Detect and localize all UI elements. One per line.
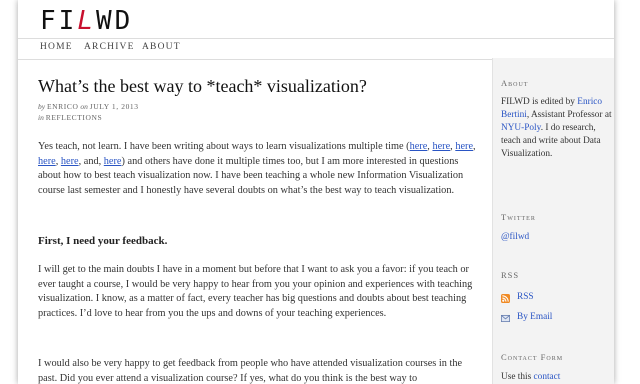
sidebar-contact-heading: Contact Form [501,352,564,362]
post-paragraph-3: I would also be very happy to get feedba… [38,358,463,384]
p1-text-b: ) and others have done it multiple times… [38,155,464,196]
post-paragraph-2: I will get to the main doubts I have in … [38,264,473,319]
post-paragraph-1: Yes teach, not learn. I have been writin… [38,141,476,196]
post-title[interactable]: What’s the best way to *teach* visualiza… [38,76,367,97]
page-frame: FILWD HOME ARCHIVE ABOUT What’s the best… [18,0,614,384]
about-text-a: FILWD is edited by [501,97,575,107]
post-meta-category: in REFLECTIONS [38,113,102,122]
nav-about[interactable]: ABOUT [142,42,181,52]
here-link-6[interactable]: here [104,156,122,167]
meta-in-label: in [38,113,44,122]
main-content: What’s the best way to *teach* visualiza… [38,58,484,384]
p1-text-a: Yes teach, not learn. I have been writin… [38,141,410,152]
logo-text-left: FI [40,6,78,36]
post-subheading: First, I need your feedback. [38,235,168,247]
nav-home[interactable]: HOME [40,42,73,52]
sidebar-about-heading: About [501,78,529,88]
here-link-5[interactable]: here [61,156,79,167]
logo-text-right: WD [95,6,134,36]
contact-link[interactable]: contact [534,372,561,382]
sidebar-contact-text: Use this contact [501,371,613,384]
org-link[interactable]: NYU-Poly [501,123,541,133]
sidebar-rss-heading: RSS [501,270,520,280]
contact-text-a: Use this [501,372,532,382]
sidebar-about-text: FILWD is edited by Enrico Bertini, Assis… [501,96,613,161]
twitter-link[interactable]: @filwd [501,232,529,242]
site-logo[interactable]: FILWD [40,6,133,36]
post-author[interactable]: ENRICO [47,102,79,111]
about-text-b: , Assistant Professor at [526,110,612,120]
meta-on-label: on [80,102,88,111]
here-link-1[interactable]: here [410,141,428,152]
email-icon[interactable] [501,314,510,323]
here-link-4[interactable]: here [38,156,56,167]
here-link-3[interactable]: here [455,141,473,152]
post-meta-byline: by ENRICO on JULY 1, 2013 [38,102,139,111]
sidebar-twitter-heading: Twitter [501,212,536,222]
post-category[interactable]: REFLECTIONS [46,113,103,122]
meta-by-label: by [38,102,46,111]
rss-link[interactable]: RSS [517,292,534,302]
email-subscribe-link[interactable]: By Email [517,312,552,322]
p1-and: and, [83,155,102,167]
sidebar: About FILWD is edited by Enrico Bertini,… [492,58,614,384]
logo-text-accent: L [77,6,96,36]
rss-icon[interactable] [501,294,510,303]
post-date: JULY 1, 2013 [89,102,139,111]
nav-archive[interactable]: ARCHIVE [84,42,135,52]
here-link-2[interactable]: here [432,141,450,152]
top-nav: HOME ARCHIVE ABOUT [18,38,614,60]
